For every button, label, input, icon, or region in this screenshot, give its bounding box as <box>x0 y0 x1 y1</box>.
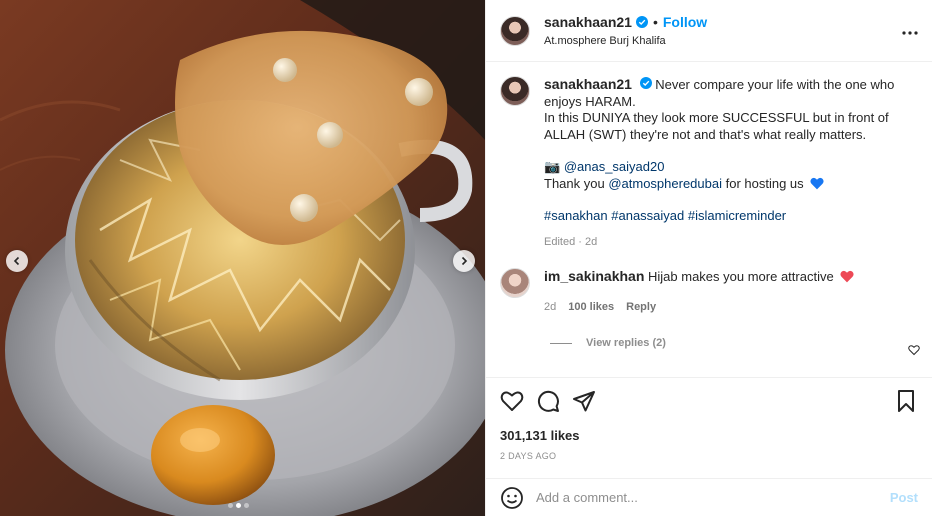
chevron-right-icon <box>461 256 468 266</box>
comment-likes[interactable]: 100 likes <box>568 299 614 316</box>
caption-author-avatar[interactable] <box>500 76 530 106</box>
like-comment-icon[interactable] <box>908 344 920 356</box>
follow-button[interactable]: Follow <box>663 14 707 30</box>
emoji-icon[interactable] <box>500 486 524 510</box>
verified-badge-icon <box>639 77 652 89</box>
thanks-prefix: Thank you <box>544 175 605 191</box>
comment-body: im_sakinakhan Hijab makes you more attra… <box>544 268 914 315</box>
post-header: sanakhaan21 • Follow At.mosphere Burj Kh… <box>486 0 932 62</box>
caption-line-2: In this DUNIYA they look more SUCCESSFUL… <box>544 110 889 142</box>
share-icon[interactable] <box>572 389 596 413</box>
carousel-dot <box>228 503 233 508</box>
post-photo <box>0 0 485 516</box>
comment-input[interactable] <box>536 490 890 505</box>
action-bar <box>500 378 918 424</box>
replies-divider-line <box>550 342 572 344</box>
hashtag-anassaiyad[interactable]: #anassaiyad <box>611 208 684 223</box>
more-horizontal-icon <box>902 31 918 35</box>
post-details-panel: sanakhaan21 • Follow At.mosphere Burj Kh… <box>485 0 932 516</box>
caption-body: sanakhaan21 Never compare your life with… <box>544 76 914 250</box>
header-separator: • <box>652 14 658 30</box>
blue-heart-icon <box>810 177 824 189</box>
next-photo-button[interactable] <box>453 250 475 272</box>
verified-badge-icon <box>635 16 648 28</box>
post-actions-area: 301,131 likes 2 DAYS AGO <box>486 377 932 478</box>
author-username[interactable]: sanakhaan21 <box>544 14 632 30</box>
reply-button[interactable]: Reply <box>626 299 656 316</box>
post-media[interactable] <box>0 0 485 516</box>
chevron-left-icon <box>13 256 20 266</box>
carousel-dot-active <box>236 503 241 508</box>
view-replies-label: View replies (2) <box>586 337 666 349</box>
post-location[interactable]: At.mosphere Burj Khalifa <box>544 35 707 47</box>
commenter-username[interactable]: im_sakinakhan <box>544 268 644 284</box>
hashtag-islamicreminder[interactable]: #islamicreminder <box>688 208 786 223</box>
thanks-suffix: for hosting us <box>725 175 804 191</box>
commenter-avatar[interactable] <box>500 268 530 298</box>
edited-label: Edited <box>544 235 576 248</box>
camera-emoji: 📷 <box>544 159 561 174</box>
instagram-post: sanakhaan21 • Follow At.mosphere Burj Kh… <box>0 0 932 516</box>
comment-time[interactable]: 2d <box>544 299 556 316</box>
host-mention[interactable]: @atmospheredubai <box>608 176 722 191</box>
author-avatar[interactable] <box>500 15 530 46</box>
comment-text: Hijab makes you more attractive <box>648 269 834 284</box>
comment-meta: 2d 100 likes Reply <box>544 299 914 316</box>
photo-credit-mention[interactable]: @anas_saiyad20 <box>564 159 665 174</box>
post-date[interactable]: 2 DAYS AGO <box>500 451 918 461</box>
view-replies-button[interactable]: View replies (2) <box>550 337 918 349</box>
carousel-indicator <box>228 503 249 508</box>
hashtag-sanakhan[interactable]: #sanakhan <box>544 208 608 223</box>
carousel-dot <box>244 503 249 508</box>
caption-meta: Edited · 2d <box>544 235 598 248</box>
red-heart-emoji-icon <box>840 270 854 283</box>
likes-count[interactable]: 301,131 likes <box>500 428 918 443</box>
bookmark-icon[interactable] <box>894 389 918 413</box>
comment-item: im_sakinakhan Hijab makes you more attra… <box>500 268 918 315</box>
edited-time[interactable]: 2d <box>585 236 597 248</box>
previous-photo-button[interactable] <box>6 250 28 272</box>
author-info: sanakhaan21 • Follow At.mosphere Burj Kh… <box>544 14 707 47</box>
comments-section[interactable]: sanakhaan21 Never compare your life with… <box>486 62 932 377</box>
add-comment-bar: Post <box>486 478 932 516</box>
more-options-button[interactable] <box>902 20 918 38</box>
comment-icon[interactable] <box>536 389 560 413</box>
caption: sanakhaan21 Never compare your life with… <box>500 76 918 250</box>
caption-username[interactable]: sanakhaan21 <box>544 76 632 92</box>
heart-icon[interactable] <box>500 389 524 413</box>
post-comment-button[interactable]: Post <box>890 490 918 505</box>
